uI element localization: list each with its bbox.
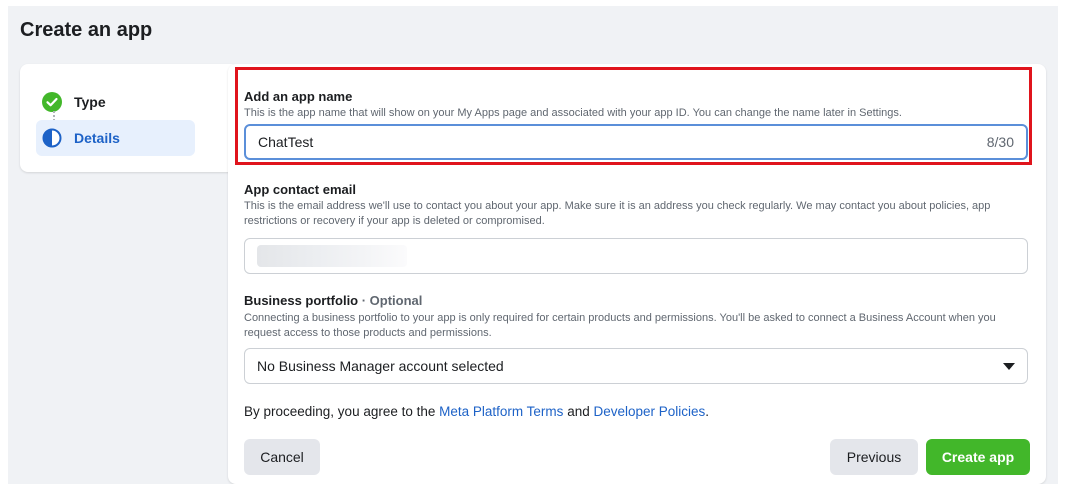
business-portfolio-title: Business portfolio xyxy=(244,293,359,308)
app-name-value: ChatTest xyxy=(258,134,314,150)
contact-email-label: App contact email xyxy=(244,182,356,197)
char-counter: 8/30 xyxy=(986,134,1014,150)
business-portfolio-help: Connecting a business portfolio to your … xyxy=(244,312,996,339)
app-name-label: Add an app name xyxy=(244,89,353,104)
half-circle-icon xyxy=(42,128,62,148)
previous-button[interactable]: Previous xyxy=(830,439,918,475)
app-name-input[interactable]: ChatTest 8/30 xyxy=(244,124,1028,160)
optional-tag: · Optional xyxy=(358,293,423,308)
app-details-form: Add an app name This is the app name tha… xyxy=(228,64,1046,484)
business-portfolio-label: Business portfolio · Optional xyxy=(244,293,422,308)
consent-middle: and xyxy=(563,404,594,419)
check-circle-icon xyxy=(42,92,62,112)
contact-email-help: This is the email address we'll use to c… xyxy=(244,200,991,227)
contact-email-input[interactable] xyxy=(244,238,1028,274)
app-name-help: This is the app name that will show on y… xyxy=(244,107,902,119)
consent-text: By proceeding, you agree to the Meta Pla… xyxy=(244,404,709,419)
step-label: Details xyxy=(74,130,120,146)
step-type[interactable]: Type xyxy=(36,84,195,120)
developer-policies-link[interactable]: Developer Policies xyxy=(593,404,705,419)
steps-panel: Type Details xyxy=(20,64,239,172)
redacted-email xyxy=(257,245,407,267)
business-portfolio-select[interactable]: No Business Manager account selected xyxy=(244,348,1028,384)
step-label: Type xyxy=(74,94,106,110)
page-title: Create an app xyxy=(20,19,153,41)
consent-prefix: By proceeding, you agree to the xyxy=(244,404,440,419)
meta-platform-terms-link[interactable]: Meta Platform Terms xyxy=(439,404,563,419)
consent-suffix: . xyxy=(705,404,710,419)
caret-down-icon xyxy=(1003,362,1015,370)
business-portfolio-value: No Business Manager account selected xyxy=(257,358,504,374)
cancel-button[interactable]: Cancel xyxy=(244,439,320,475)
step-details[interactable]: Details xyxy=(36,120,195,156)
create-app-page: Create an app Type Details Add an app na… xyxy=(8,6,1058,484)
create-app-button[interactable]: Create app xyxy=(926,439,1030,475)
